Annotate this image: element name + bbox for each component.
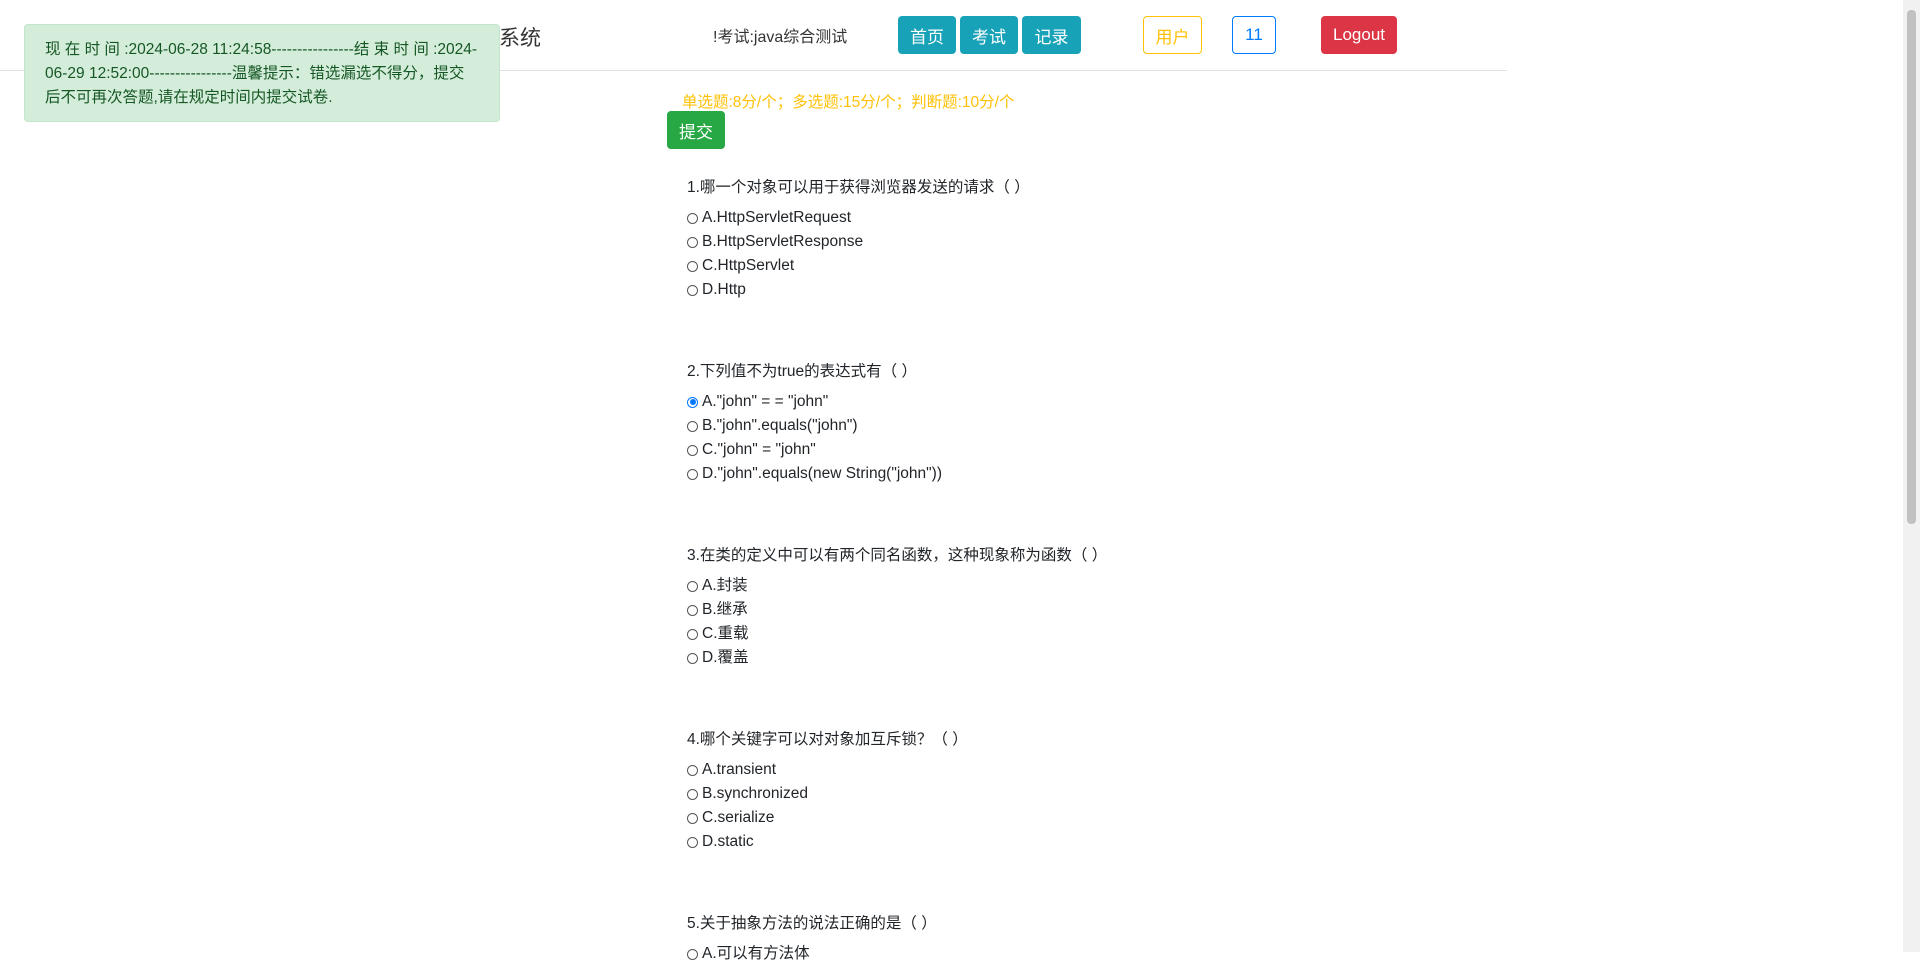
answer-option[interactable]: B.synchronized bbox=[687, 782, 968, 806]
question-title: 1.哪一个对象可以用于获得浏览器发送的请求（ ） bbox=[687, 179, 1030, 196]
exam-title: !考试:java综合测试 bbox=[713, 29, 848, 46]
answer-option[interactable]: C.重载 bbox=[687, 622, 1107, 646]
answer-option[interactable]: D."john".equals(new String("john")) bbox=[687, 462, 942, 486]
question-5: 5.关于抽象方法的说法正确的是（ ） A.可以有方法体 bbox=[687, 912, 937, 966]
option-label: B.synchronized bbox=[702, 785, 808, 802]
option-label: B.继承 bbox=[702, 601, 748, 618]
option-label: C.HttpServlet bbox=[702, 257, 795, 274]
option-label: A.HttpServletRequest bbox=[702, 209, 852, 226]
radio-button[interactable] bbox=[687, 396, 698, 408]
radio-button[interactable] bbox=[687, 284, 698, 296]
question-2: 2.下列值不为true的表达式有（ ） A."john" = = "john" B.… bbox=[687, 360, 942, 486]
answer-option[interactable]: B."john".equals("john") bbox=[687, 414, 942, 438]
radio-button[interactable] bbox=[687, 812, 698, 824]
scrollbar-thumb[interactable] bbox=[1907, 10, 1916, 524]
radio-button[interactable] bbox=[687, 236, 698, 248]
option-label: A."john" = = "john" bbox=[702, 393, 829, 410]
radio-button[interactable] bbox=[687, 788, 698, 800]
question-title: 5.关于抽象方法的说法正确的是（ ） bbox=[687, 915, 937, 932]
answer-option[interactable]: C."john" = "john" bbox=[687, 438, 942, 462]
option-label: B."john".equals("john") bbox=[702, 417, 858, 434]
radio-button[interactable] bbox=[687, 212, 698, 224]
answer-option[interactable]: A."john" = = "john" bbox=[687, 390, 942, 414]
alert-text: 现 在 时 间 :2024-06-28 11:24:58------------… bbox=[45, 41, 478, 106]
radio-button[interactable] bbox=[687, 420, 698, 432]
radio-button[interactable] bbox=[687, 468, 698, 480]
option-label: C.serialize bbox=[702, 809, 775, 826]
question-title: 4.哪个关键字可以对对象加互斥锁？（ ） bbox=[687, 731, 968, 748]
exam-button[interactable]: 考试 bbox=[960, 16, 1018, 54]
option-label: C.重载 bbox=[702, 625, 749, 642]
option-label: A.transient bbox=[702, 761, 777, 778]
radio-button[interactable] bbox=[687, 580, 698, 592]
user-id-button[interactable]: 11 bbox=[1232, 16, 1276, 54]
question-4: 4.哪个关键字可以对对象加互斥锁？（ ） A.transient B.synchro… bbox=[687, 728, 968, 854]
home-button[interactable]: 首页 bbox=[898, 16, 956, 54]
option-label: D.Http bbox=[702, 281, 746, 298]
option-label: C."john" = "john" bbox=[702, 441, 816, 458]
question-1: 1.哪一个对象可以用于获得浏览器发送的请求（ ） A.HttpServletReq… bbox=[687, 176, 1030, 302]
option-label: D.static bbox=[702, 833, 754, 850]
option-label: A.封装 bbox=[702, 577, 748, 594]
option-label: D.覆盖 bbox=[702, 649, 749, 666]
vertical-scrollbar[interactable] bbox=[1903, 0, 1920, 952]
brand-title: 系统 bbox=[499, 27, 541, 50]
answer-option[interactable]: A.HttpServletRequest bbox=[687, 206, 1030, 230]
time-alert: 现 在 时 间 :2024-06-28 11:24:58------------… bbox=[24, 24, 500, 122]
radio-button[interactable] bbox=[687, 604, 698, 616]
question-title: 3.在类的定义中可以有两个同名函数，这种现象称为函数（ ） bbox=[687, 547, 1108, 564]
option-label: B.HttpServletResponse bbox=[702, 233, 864, 250]
option-label: A.可以有方法体 bbox=[702, 945, 810, 962]
answer-option[interactable]: C.serialize bbox=[687, 806, 968, 830]
radio-button[interactable] bbox=[687, 764, 698, 776]
answer-option[interactable]: D.static bbox=[687, 830, 968, 854]
answer-option[interactable]: A.transient bbox=[687, 758, 968, 782]
radio-button[interactable] bbox=[687, 836, 698, 848]
logout-button[interactable]: Logout bbox=[1321, 16, 1397, 54]
radio-button[interactable] bbox=[687, 260, 698, 272]
question-3: 3.在类的定义中可以有两个同名函数，这种现象称为函数（ ） A.封装 B.继承 C.重… bbox=[687, 544, 1107, 670]
answer-option[interactable]: D.覆盖 bbox=[687, 646, 1107, 670]
radio-button[interactable] bbox=[687, 628, 698, 640]
score-rule-text: 单选题:8分/个；多选题:15分/个；判断题:10分/个 bbox=[682, 94, 1015, 111]
record-button[interactable]: 记录 bbox=[1022, 16, 1081, 54]
answer-option[interactable]: A.可以有方法体 bbox=[687, 942, 937, 966]
answer-option[interactable]: B.HttpServletResponse bbox=[687, 230, 1030, 254]
option-label: D."john".equals(new String("john")) bbox=[702, 465, 942, 482]
answer-option[interactable]: A.封装 bbox=[687, 574, 1107, 598]
submit-button[interactable]: 提交 bbox=[667, 111, 725, 149]
question-title: 2.下列值不为true的表达式有（ ） bbox=[687, 363, 917, 380]
radio-button[interactable] bbox=[687, 948, 698, 960]
answer-option[interactable]: D.Http bbox=[687, 278, 1030, 302]
answer-option[interactable]: B.继承 bbox=[687, 598, 1107, 622]
radio-button[interactable] bbox=[687, 444, 698, 456]
user-button[interactable]: 用户 bbox=[1143, 16, 1202, 54]
radio-button[interactable] bbox=[687, 652, 698, 664]
answer-option[interactable]: C.HttpServlet bbox=[687, 254, 1030, 278]
